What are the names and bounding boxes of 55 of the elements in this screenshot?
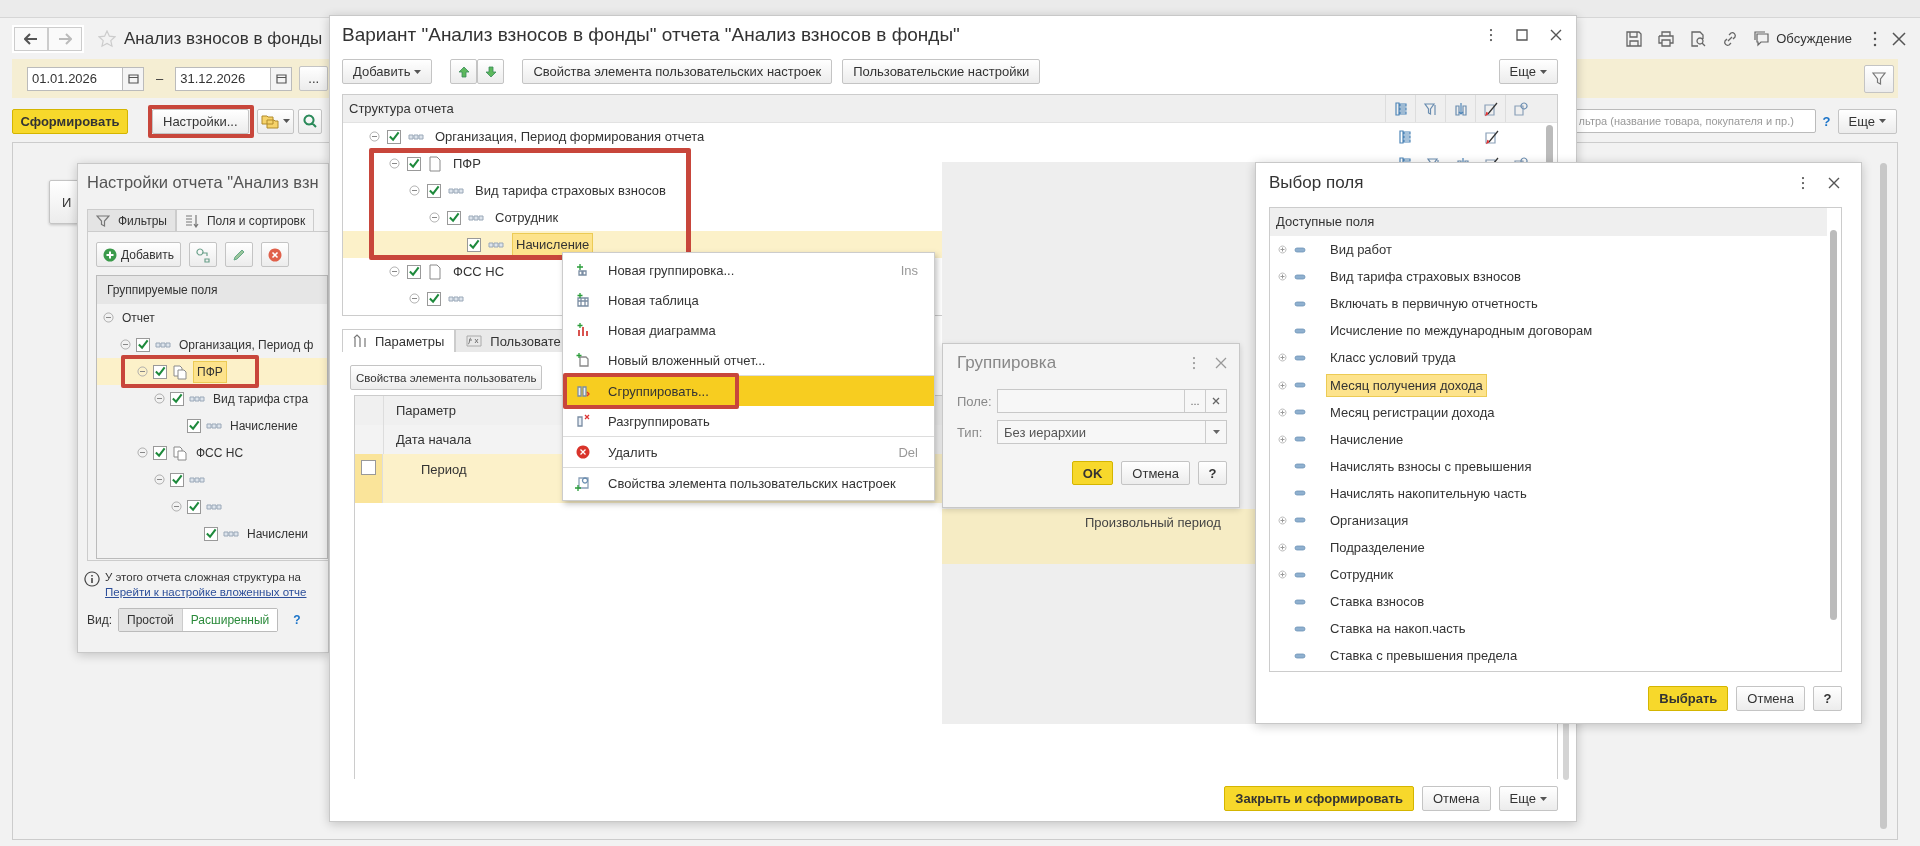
page-title: Анализ взносов в фонды <box>124 28 323 49</box>
tree-item-label: ФСС НС <box>195 444 245 462</box>
window-title: Выбор поля <box>1269 173 1364 193</box>
tree-item-label: ФСС НС <box>452 263 506 281</box>
tree-item-label: ПФР <box>452 155 482 173</box>
menu-item-label: Новая группировка... <box>608 262 735 278</box>
menu-item-label: Новая таблица <box>608 292 699 308</box>
list-item-label: Вид тарифа страховых взносов <box>1329 268 1522 287</box>
tree-item-label: Начислени <box>246 525 310 543</box>
list-item-label: Месяц получения дохода <box>1326 373 1487 397</box>
table-cell-text: Период <box>420 461 467 477</box>
shortcut-label: Ins <box>900 262 918 278</box>
tree-item-label: Вид тарифа страховых взносов <box>474 182 667 200</box>
menu-item-label: Свойства элемента пользовательских настроек <box>608 475 896 491</box>
column-header: Доступные поля <box>1270 208 1827 236</box>
view-label: Вид: <box>87 613 113 627</box>
type-label: Тип: <box>957 424 984 440</box>
shortcut-label: Del <box>898 444 918 460</box>
column-header: Структура отчета <box>348 101 454 116</box>
list-item-label: Сотрудник <box>1329 566 1395 585</box>
window-title: Настройки отчета "Анализ взн <box>87 172 320 193</box>
list-item-label: Класс условий труда <box>1329 349 1457 368</box>
list-item-label: Исчисление по международным договорам <box>1329 322 1594 341</box>
menu-item-label: Новый вложенный отчет... <box>608 352 766 368</box>
tree-item-label: Отчет <box>121 309 156 327</box>
list-item-label: Начисление <box>1329 430 1405 449</box>
column-header: Параметр <box>395 403 456 418</box>
window-title: Вариант "Анализ взносов в фонды" отчета "Анализ взносов в фонды" <box>342 23 960 46</box>
list-item-label: Начислять накопительную часть <box>1329 484 1528 503</box>
tree-item-label: Сотрудник <box>494 209 560 227</box>
list-item-label: Месяц регистрации дохода <box>1329 403 1496 422</box>
table-cell-text: Дата начала <box>395 432 472 447</box>
list-item-label: Вид работ <box>1329 241 1393 260</box>
window-title: Группировка <box>957 353 1057 373</box>
table-cell: Произвольный период <box>1085 515 1221 530</box>
list-item-label: Начислять взносы с превышения <box>1329 457 1533 476</box>
menu-item-label: Удалить <box>608 444 658 460</box>
tree-item-label: Начисление <box>229 417 299 435</box>
list-item-label: Организация <box>1329 512 1410 530</box>
info-text: У этого отчета сложная структура на <box>105 571 302 583</box>
tree-item-label: ПФР <box>193 360 227 383</box>
list-item-label: Ставка взносов <box>1329 593 1426 612</box>
menu-item-label: Сгруппировать... <box>608 383 709 399</box>
list-item-label: Ставка на накоп.часть <box>1329 620 1467 639</box>
list-item-label: Включать в первичную отчетность <box>1329 295 1539 314</box>
column-header: Группируемые поля <box>97 276 327 304</box>
menu-item-label: Новая диаграмма <box>608 322 716 338</box>
list-item-label: Подразделение <box>1329 539 1426 558</box>
range-separator: – <box>156 71 164 86</box>
list-item-label: Ставка с превышения предела <box>1329 647 1519 666</box>
tree-item-label: Организация, Период формирования отчета <box>434 128 706 146</box>
tree-item-label: Вид тарифа стра <box>212 390 310 408</box>
field-label: Поле: <box>957 393 993 409</box>
tree-item-label: Организация, Период ф <box>178 336 315 354</box>
menu-item-label: Разгруппировать <box>608 413 710 429</box>
